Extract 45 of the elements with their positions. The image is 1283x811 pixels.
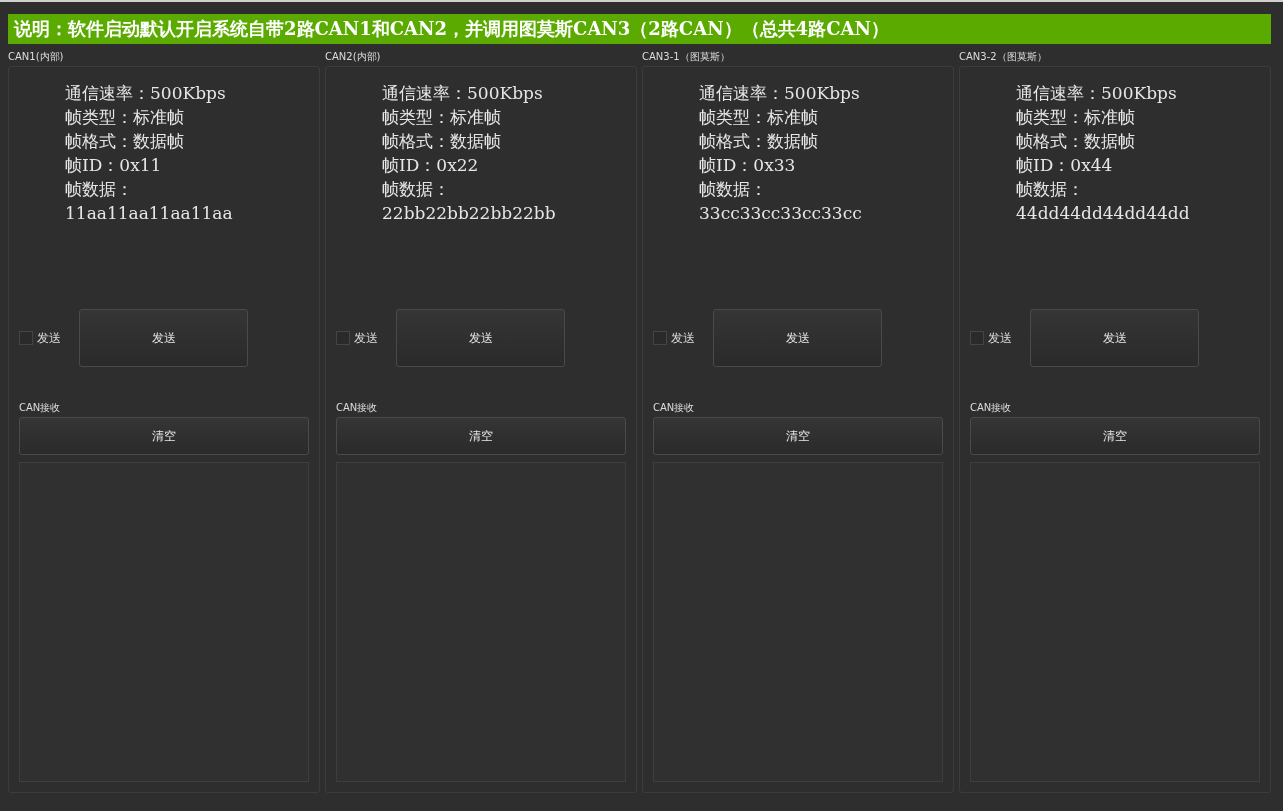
info-text: 帧格式：数据帧 [65, 130, 184, 153]
info-text: 通信速率：500Kbps [65, 82, 226, 105]
info-text: 通信速率：500Kbps [699, 82, 860, 105]
info-text: 帧格式：数据帧 [1016, 130, 1135, 153]
receive-label: CAN接收 [19, 401, 61, 415]
info-text: 帧类型：标准帧 [1016, 106, 1135, 129]
send-button[interactable]: 发送 [1030, 309, 1199, 367]
info-text: 帧ID：0x11 [65, 154, 162, 177]
info-text: 通信速率：500Kbps [382, 82, 543, 105]
info-text: 帧类型：标准帧 [65, 106, 184, 129]
info-text: 11aa11aa11aa11aa [65, 202, 233, 225]
info-text: 帧ID：0x33 [699, 154, 796, 177]
info-text: 帧数据： [382, 178, 450, 201]
clear-button[interactable]: 清空 [653, 417, 943, 455]
info-text: 22bb22bb22bb22bb [382, 202, 556, 225]
clear-button[interactable]: 清空 [336, 417, 626, 455]
info-text: 帧ID：0x22 [382, 154, 479, 177]
info-text: 帧类型：标准帧 [382, 106, 501, 129]
send-checkbox[interactable]: 发送 [970, 329, 1012, 347]
receive-label: CAN接收 [336, 401, 378, 415]
info-text: 帧格式：数据帧 [382, 130, 501, 153]
info-text: 帧数据： [65, 178, 133, 201]
send-checkbox[interactable]: 发送 [653, 329, 695, 347]
group-title: CAN2(内部) [325, 50, 381, 64]
info-text: 44dd44dd44dd44dd [1016, 202, 1190, 225]
info-text: 帧数据： [699, 178, 767, 201]
info-text: 帧格式：数据帧 [699, 130, 818, 153]
info-text: 33cc33cc33cc33cc [699, 202, 862, 225]
send-button[interactable]: 发送 [396, 309, 565, 367]
receive-label: CAN接收 [653, 401, 695, 415]
group-title: CAN3-1（图莫斯） [642, 50, 730, 64]
send-checkbox[interactable]: 发送 [336, 329, 378, 347]
info-text: 帧数据： [1016, 178, 1084, 201]
info-text: 帧类型：标准帧 [699, 106, 818, 129]
send-checkbox[interactable]: 发送 [19, 329, 61, 347]
send-button[interactable]: 发送 [79, 309, 248, 367]
receive-label: CAN接收 [970, 401, 1012, 415]
group-title: CAN1(内部) [8, 50, 64, 64]
send-button[interactable]: 发送 [713, 309, 882, 367]
info-text: 通信速率：500Kbps [1016, 82, 1177, 105]
info-text: 帧ID：0x44 [1016, 154, 1113, 177]
clear-button[interactable]: 清空 [19, 417, 309, 455]
banner-text: 说明：软件启动默认开启系统自带2路CAN1和CAN2，并调用图莫斯CAN3（2路CAN）（总共4路CAN） [8, 14, 1271, 44]
group-title: CAN3-2（图莫斯） [959, 50, 1047, 64]
clear-button[interactable]: 清空 [970, 417, 1260, 455]
